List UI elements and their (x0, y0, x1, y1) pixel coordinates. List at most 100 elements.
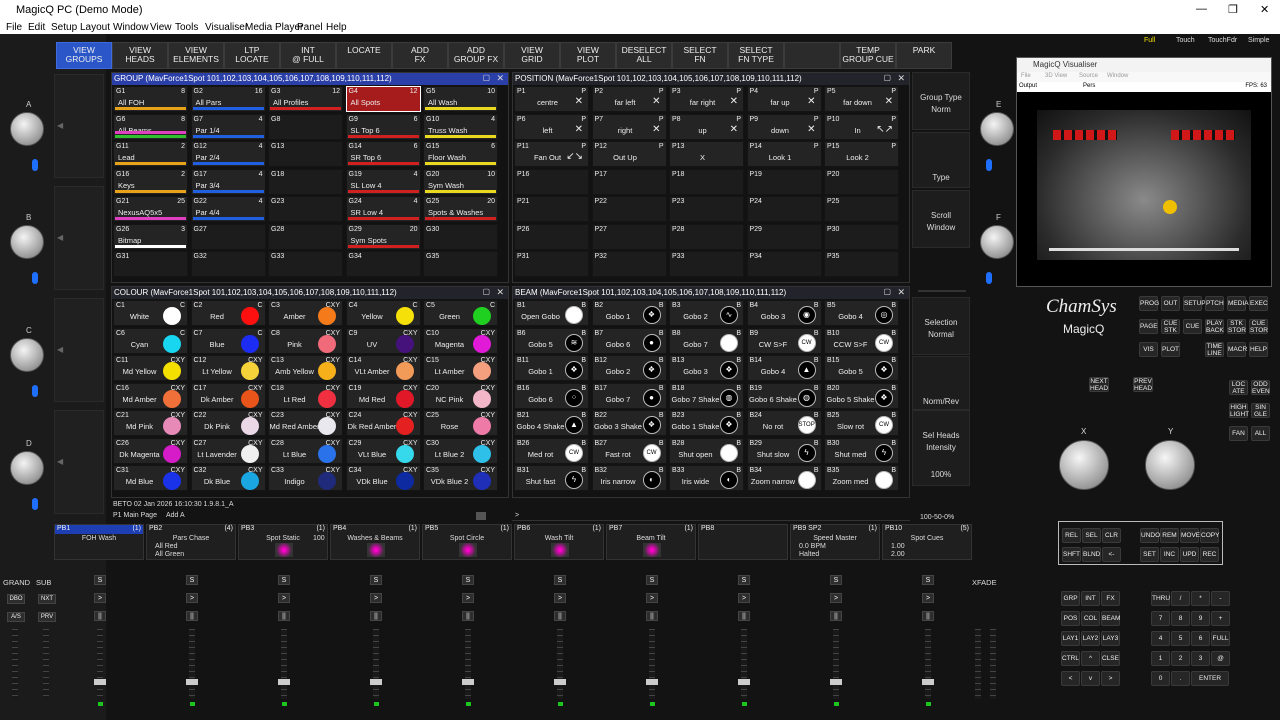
keypad-key[interactable]: / (1171, 591, 1190, 606)
option-button[interactable]: Sel Heads Intensity 100% (912, 410, 970, 486)
position-cell[interactable]: P27 (591, 223, 667, 250)
beam-cell[interactable]: B35 B Zoom med (824, 465, 899, 491)
colour-cell[interactable]: C30 CXY Lt Blue 2 (423, 437, 498, 464)
keypad-key[interactable]: GRP (1061, 591, 1080, 606)
keypad-key[interactable]: 0 (1151, 671, 1170, 686)
beam-cell[interactable]: B3 B Gobo 2 ∿ (669, 300, 744, 326)
colour-cell[interactable]: C14 CXY VLt Amber (345, 355, 421, 381)
colour-cell[interactable]: C18 CXY Lt Red (268, 382, 343, 409)
group-cell[interactable]: G8 (268, 113, 343, 140)
position-cell[interactable]: P20 (824, 168, 899, 195)
panel-button[interactable]: PLAY BACK (1205, 319, 1224, 334)
norm-rev-button[interactable]: Norm/Rev (912, 356, 970, 410)
playback-fader[interactable] (281, 629, 287, 699)
beam-cell[interactable]: B26 B Med rot CW (514, 437, 589, 464)
group-cell[interactable]: G1 8 All FOH (113, 86, 188, 112)
colour-cell[interactable]: C22 CXY Dk Pink (190, 410, 266, 436)
playback-2[interactable]: PB2 (4) Pars Chase All Red All Green (146, 524, 236, 560)
position-cell[interactable]: P3 Pfar right ✕ (669, 86, 744, 112)
toolbar-button[interactable]: INT @ FULL (280, 42, 336, 69)
group-cell[interactable]: G32 (190, 251, 266, 277)
flash-button[interactable]: S (278, 575, 290, 585)
pause-button[interactable]: || (738, 611, 750, 621)
group-cell[interactable]: G17 4 Par 3/4 (190, 168, 266, 195)
keypad-key[interactable]: 3 (1191, 651, 1210, 666)
toolbar-button[interactable]: TEMP GROUP CUE (840, 42, 896, 69)
keypad-key[interactable]: THRU (1151, 591, 1170, 606)
xfade-fader-b[interactable] (990, 629, 996, 699)
command-key[interactable]: CLR (1102, 528, 1121, 543)
pause-button[interactable]: || (278, 611, 290, 621)
playback-fader[interactable] (97, 629, 103, 699)
command-key[interactable]: SEL (1082, 528, 1101, 543)
panel-button[interactable]: PROG (1139, 296, 1159, 311)
toolbar-button[interactable]: PARK (896, 42, 952, 69)
group-cell[interactable]: G15 6 Floor Wash (423, 141, 498, 167)
pause-button[interactable]: || (830, 611, 842, 621)
colour-cell[interactable]: C32 CXY Dk Blue (190, 465, 266, 491)
colour-cell[interactable]: C11 CXY Md Yellow (113, 355, 188, 381)
beam-cell[interactable]: B17 B Gobo 7 ● (591, 382, 667, 409)
group-close-icon[interactable]: ✕ (496, 73, 504, 84)
group-cell[interactable]: G12 4 Par 2/4 (190, 141, 266, 167)
visualiser-menu-item[interactable]: File (1021, 73, 1031, 79)
keypad-key[interactable]: CTRL (1061, 651, 1080, 666)
group-cell[interactable]: G21 25 NexusAQ5x5 (113, 196, 188, 222)
fader-knob[interactable] (646, 679, 658, 685)
position-cell[interactable]: P9 Pdown ✕ (746, 113, 822, 140)
beam-cell[interactable]: B32 B Iris narrow ◐ (591, 465, 667, 491)
go-button[interactable]: > (462, 593, 474, 603)
beam-cell[interactable]: B21 B Gobo 4 Shake ▲ (514, 410, 589, 436)
keypad-key[interactable]: COL (1081, 611, 1100, 626)
panel-button[interactable]: EXEC (1249, 296, 1268, 311)
panel-button[interactable]: STK STOR (1227, 319, 1246, 334)
playback-fader[interactable] (649, 629, 655, 699)
beam-cell[interactable]: B19 B Gobo 6 Shake ◍ (746, 382, 822, 409)
go-button[interactable]: > (554, 593, 566, 603)
colour-cell[interactable]: C10 CXY Magenta (423, 327, 498, 354)
group-cell[interactable]: G10 4 Truss Wash (423, 113, 498, 140)
colour-cell[interactable]: C15 CXY Lt Amber (423, 355, 498, 381)
group-cell[interactable]: G20 10 Sym Wash (423, 168, 498, 195)
sub-fader[interactable] (43, 629, 49, 699)
beam-cell[interactable]: B10 B CCW S>F CW (824, 327, 899, 354)
toolbar-button[interactable]: ADD GROUP FX (448, 42, 504, 69)
position-cell[interactable]: P13 X (669, 141, 744, 167)
group-cell[interactable]: G68All Beams (113, 113, 188, 140)
position-cell[interactable]: P21 (514, 196, 589, 222)
soft-button[interactable]: ◀ (54, 410, 104, 514)
beam-cell[interactable]: B2 B Gobo 1 ❖ (591, 300, 667, 326)
flash-button[interactable]: S (738, 575, 750, 585)
mode-button[interactable]: Full (1144, 37, 1155, 44)
group-cell[interactable]: G14 6 SR Top 6 (345, 141, 421, 167)
fader-knob[interactable] (554, 679, 566, 685)
go-button[interactable]: > (738, 593, 750, 603)
beam-cell[interactable]: B7 B Gobo 6 ● (591, 327, 667, 354)
group-cell[interactable]: G33 (268, 251, 343, 277)
panel-button[interactable]: SETUP (1183, 296, 1206, 311)
playback-7[interactable]: PB7 (1) Beam Tilt (606, 524, 696, 560)
go-button[interactable]: > (646, 593, 658, 603)
keypad-key[interactable]: > (1101, 671, 1120, 686)
position-cell[interactable]: P26 (514, 223, 589, 250)
btn-prv[interactable]: PRV (38, 612, 56, 622)
encoder-b-knob[interactable] (10, 225, 44, 259)
position-cell[interactable]: P34 (746, 251, 822, 277)
beam-cell[interactable]: B18 B Gobo 7 Shake ◍ (669, 382, 744, 409)
keypad-key[interactable]: . (1171, 671, 1190, 686)
encoder-d-knob[interactable] (10, 451, 44, 485)
keypad-key[interactable]: v (1081, 671, 1100, 686)
keypad-key[interactable]: 1 (1151, 651, 1170, 666)
keypad-key[interactable]: 4 (1151, 631, 1170, 646)
position-cell[interactable]: P7 Pright ✕ (591, 113, 667, 140)
select-button[interactable]: HIGH LIGHT (1229, 403, 1249, 418)
keypad-key[interactable]: LAY1 (1061, 631, 1080, 646)
group-cell[interactable]: G29 20 Sym Spots (345, 223, 421, 250)
beam-cell[interactable]: B34 B Zoom narrow (746, 465, 822, 491)
group-cell[interactable]: G2 16 All Pars (190, 86, 266, 112)
panel-button[interactable]: PTCH (1205, 296, 1224, 311)
playback-fader[interactable] (833, 629, 839, 699)
command-key[interactable]: REM (1160, 528, 1179, 543)
keypad-key[interactable]: BEAM (1101, 611, 1120, 626)
colour-cell[interactable]: C33 CXY Indigo (268, 465, 343, 491)
